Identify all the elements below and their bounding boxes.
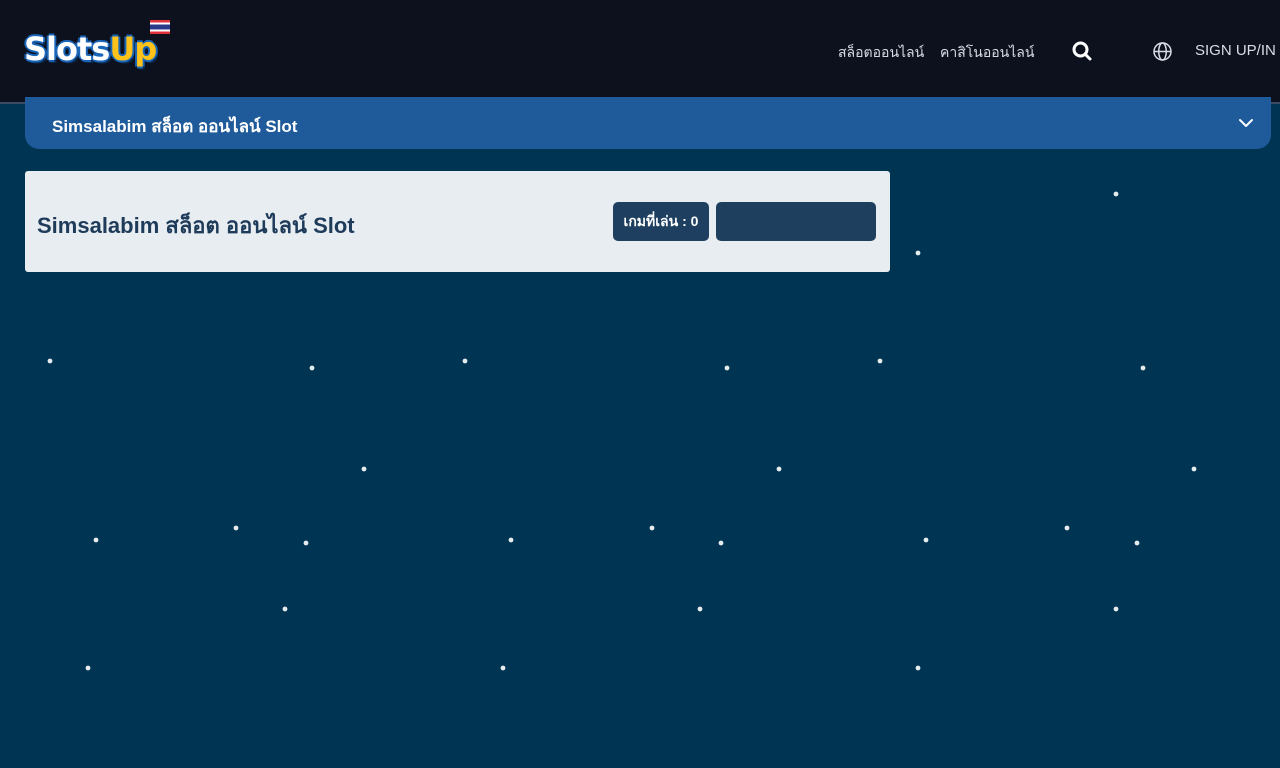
slotsup-logo[interactable]: SlotsUp (22, 20, 174, 74)
games-played-badge: เกมที่เล่น : 0 (613, 202, 709, 241)
site-header: SlotsUp สล็อตออนไลน์ คาสิโนออนไลน์ SIGN … (0, 0, 1280, 104)
thailand-flag-icon (150, 20, 170, 34)
nav-online-slots[interactable]: สล็อตออนไลน์ (838, 42, 924, 62)
game-title: Simsalabim สล็อต ออนไลน์ Slot (37, 213, 355, 238)
search-icon[interactable] (1071, 40, 1093, 62)
chevron-down-icon[interactable] (1237, 114, 1255, 132)
game-info-card: Simsalabim สล็อต ออนไลน์ Slot เกมที่เล่น… (25, 171, 890, 272)
nav-online-casino[interactable]: คาสิโนออนไลน์ (940, 42, 1034, 62)
breadcrumb-title: Simsalabim สล็อต ออนไลน์ Slot (52, 117, 298, 136)
breadcrumb-accordion[interactable]: Simsalabim สล็อต ออนไลน์ Slot (25, 97, 1271, 149)
game-action-button[interactable] (716, 202, 876, 241)
globe-icon[interactable] (1152, 41, 1173, 62)
logo-wordmark: SlotsUp (24, 30, 157, 68)
sign-up-in-link[interactable]: SIGN UP/IN (1195, 42, 1276, 59)
